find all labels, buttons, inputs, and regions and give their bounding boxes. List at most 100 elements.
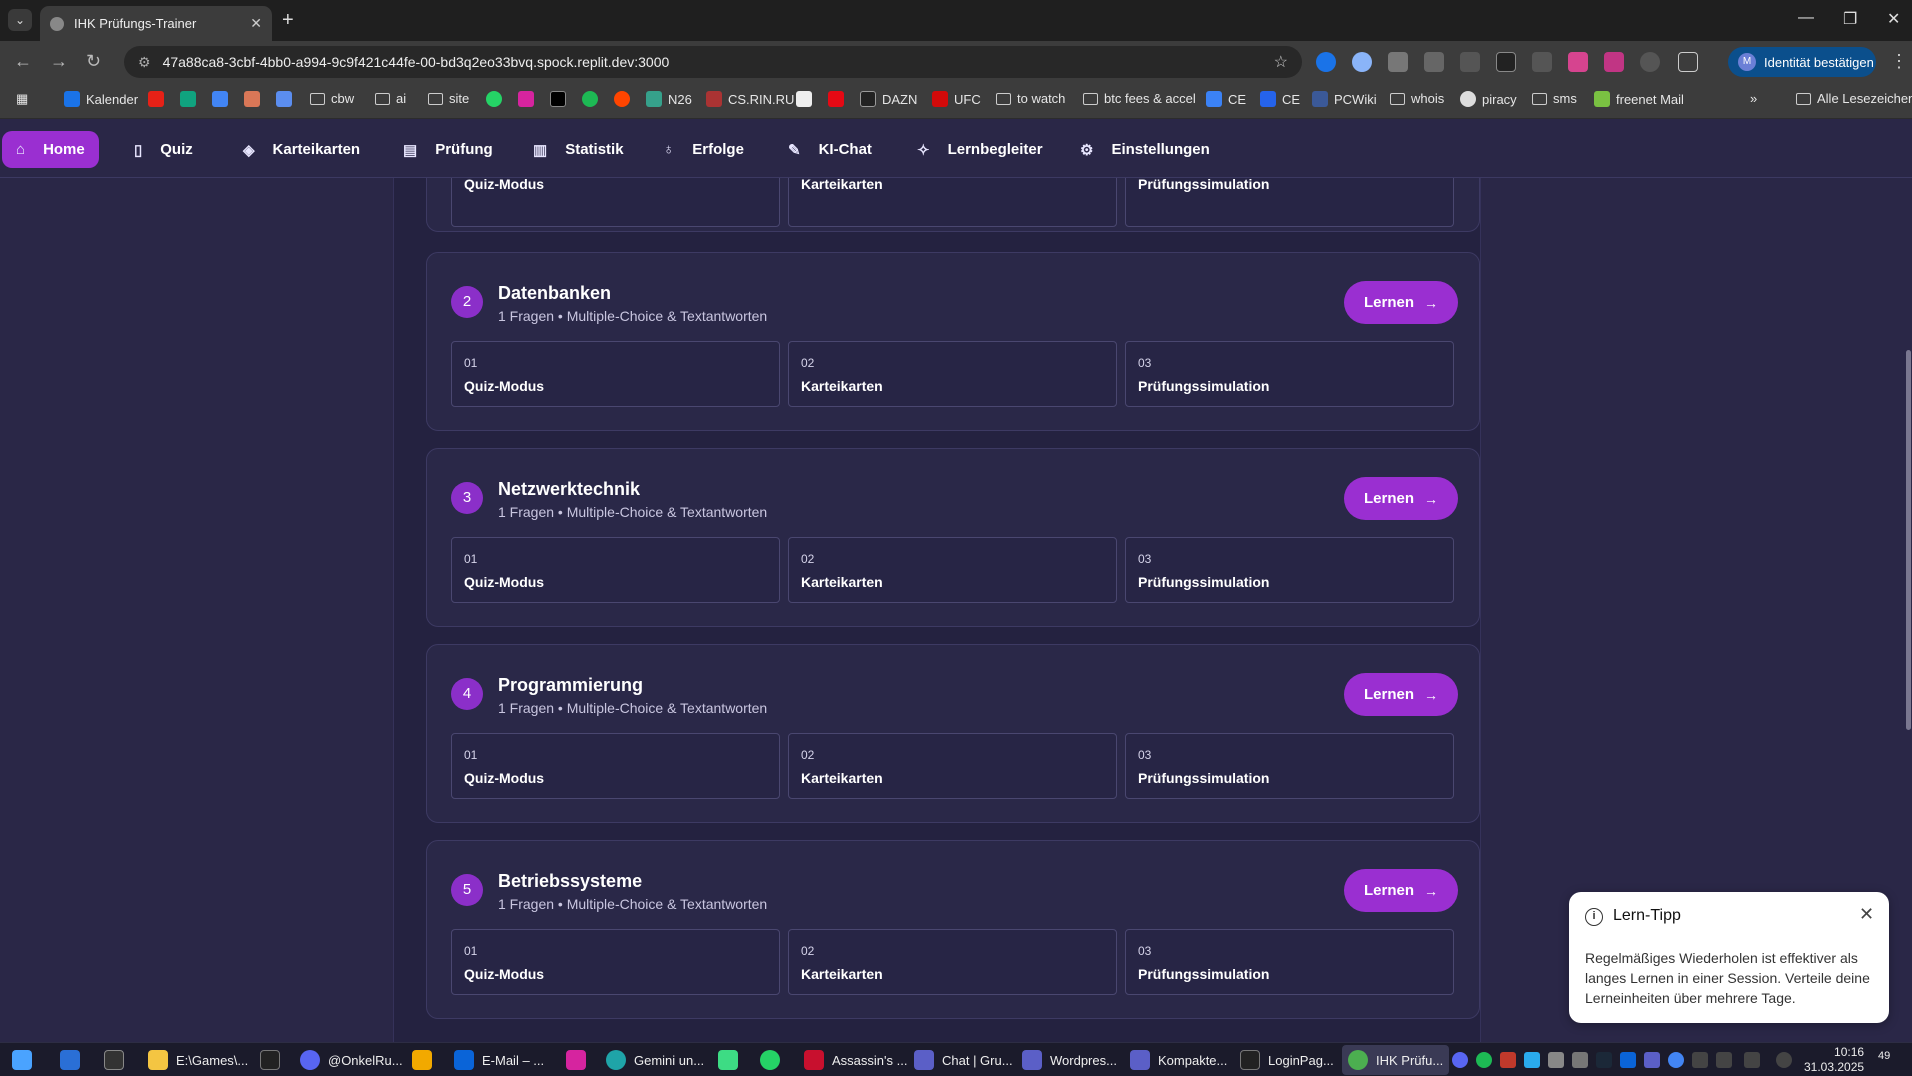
nav-home[interactable]: ⌂ Home <box>2 131 99 168</box>
taskbar-app[interactable]: E:\Games\... <box>148 1050 248 1070</box>
browser-tab-active[interactable]: IHK Prüfungs-Trainer ✕ <box>40 6 272 41</box>
volume-icon[interactable] <box>1716 1052 1732 1068</box>
settings-icon[interactable] <box>1776 1052 1792 1068</box>
bookmark-item[interactable]: N26 <box>646 91 692 107</box>
window-close-icon[interactable]: ✕ <box>1887 9 1900 29</box>
tray-icon[interactable] <box>1572 1052 1588 1068</box>
mode-pruefungssimulation[interactable]: Prüfungssimulation <box>1125 178 1454 227</box>
extension-icon[interactable] <box>1352 52 1372 72</box>
bookmark-folder[interactable]: cbw <box>310 91 354 106</box>
taskbar-app[interactable] <box>760 1050 788 1070</box>
extension-icon[interactable] <box>1460 52 1480 72</box>
telegram-icon[interactable] <box>1524 1052 1540 1068</box>
bookmark-item[interactable] <box>614 91 636 107</box>
bookmark-item[interactable] <box>148 91 170 107</box>
tray-icon[interactable] <box>1548 1052 1564 1068</box>
taskbar-app[interactable]: @OnkelRu... <box>300 1050 403 1070</box>
tray-icon[interactable] <box>1620 1052 1636 1068</box>
bookmark-star-icon[interactable]: ☆ <box>1274 52 1288 72</box>
taskbar-app[interactable]: Wordpres... <box>1022 1050 1117 1070</box>
bookmark-folder[interactable]: btc fees & accel <box>1083 91 1196 106</box>
extension-icon[interactable] <box>1424 52 1444 72</box>
taskbar-app[interactable] <box>566 1050 594 1070</box>
mode-karteikarten[interactable]: 02 Karteikarten <box>788 537 1117 603</box>
taskbar-app[interactable] <box>104 1050 132 1070</box>
bookmark-item[interactable]: freenet Mail <box>1594 91 1684 107</box>
close-tab-icon[interactable]: ✕ <box>250 15 262 32</box>
mode-pruefungssimulation[interactable]: 03 Prüfungssimulation <box>1125 733 1454 799</box>
site-info-icon[interactable]: ⚙ <box>138 54 151 71</box>
learn-button[interactable]: Lernen → <box>1344 673 1458 716</box>
mode-quiz[interactable]: 01 Quiz-Modus <box>451 341 780 407</box>
bookmark-item[interactable] <box>582 91 604 107</box>
close-icon[interactable]: ✕ <box>1859 904 1874 925</box>
bookmark-folder[interactable]: whois <box>1390 91 1444 106</box>
mode-quiz[interactable]: 01 Quiz-Modus <box>451 733 780 799</box>
tray-icon[interactable] <box>1476 1052 1492 1068</box>
taskbar-app[interactable]: Kompakte... <box>1130 1050 1227 1070</box>
mode-quiz[interactable]: 01 Quiz-Modus <box>451 929 780 995</box>
bookmark-item[interactable] <box>518 91 540 107</box>
back-icon[interactable]: ← <box>14 51 32 72</box>
windows-start-icon[interactable] <box>12 1050 32 1070</box>
tray-icon[interactable] <box>1452 1052 1468 1068</box>
mode-karteikarten[interactable]: 02 Karteikarten <box>788 341 1117 407</box>
bookmark-item[interactable]: piracy <box>1460 91 1517 107</box>
nav-ki-chat[interactable]: ✎ KI-Chat <box>774 131 886 168</box>
extension-icon[interactable] <box>1496 52 1516 72</box>
mode-karteikarten[interactable]: Karteikarten <box>788 178 1117 227</box>
learn-button[interactable]: Lernen → <box>1344 281 1458 324</box>
more-bookmarks-icon[interactable]: » <box>1750 91 1757 106</box>
bookmark-item[interactable] <box>180 91 202 107</box>
restore-icon[interactable]: ❐ <box>1843 9 1857 29</box>
nav-einstellungen[interactable]: ⚙ Einstellungen <box>1066 131 1224 168</box>
chrome-icon[interactable] <box>1668 1052 1684 1068</box>
mode-quiz[interactable]: 01 Quiz-Modus <box>451 537 780 603</box>
mode-karteikarten[interactable]: 02 Karteikarten <box>788 733 1117 799</box>
bookmark-item[interactable]: PCWiki <box>1312 91 1377 107</box>
tray-icon[interactable] <box>1500 1052 1516 1068</box>
bookmark-item[interactable] <box>486 91 508 107</box>
bookmark-item[interactable]: Kalender <box>64 91 138 107</box>
bookmark-item[interactable]: DAZN <box>860 91 917 107</box>
mode-quiz[interactable]: Quiz-Modus <box>451 178 780 227</box>
taskbar-app[interactable]: LoginPag... <box>1240 1050 1334 1070</box>
bookmark-item[interactable] <box>244 91 266 107</box>
apps-grid-icon[interactable]: ▦ <box>16 91 28 107</box>
mode-karteikarten[interactable]: 02 Karteikarten <box>788 929 1117 995</box>
all-bookmarks-folder[interactable]: Alle Lesezeichen <box>1796 91 1912 106</box>
bookmark-folder[interactable]: to watch <box>996 91 1065 106</box>
nav-erfolge[interactable]: ♁ Erfolge <box>649 131 758 168</box>
extension-icon[interactable] <box>1316 52 1336 72</box>
bookmark-item[interactable] <box>212 91 234 107</box>
mode-pruefungssimulation[interactable]: 03 Prüfungssimulation <box>1125 341 1454 407</box>
taskbar-app[interactable]: E-Mail – ... <box>454 1050 544 1070</box>
pen-icon[interactable] <box>1744 1052 1760 1068</box>
bookmark-item[interactable] <box>276 91 298 107</box>
tab-search-button[interactable]: ⌄ <box>8 9 32 31</box>
bookmark-item[interactable]: UFC <box>932 91 981 107</box>
taskbar-app-active[interactable]: IHK Prüfu... <box>1342 1045 1450 1075</box>
bookmark-item[interactable] <box>550 91 572 107</box>
bookmark-folder[interactable]: site <box>428 91 469 106</box>
learn-button[interactable]: Lernen → <box>1344 869 1458 912</box>
identity-button[interactable]: M Identität bestätigen <box>1728 47 1876 77</box>
extension-icon[interactable] <box>1568 52 1588 72</box>
bookmark-item[interactable] <box>828 91 850 107</box>
bookmark-folder[interactable]: sms <box>1532 91 1577 106</box>
taskbar-app[interactable]: Gemini un... <box>606 1050 704 1070</box>
minimize-icon[interactable]: — <box>1798 9 1814 27</box>
url-field[interactable]: ⚙ 47a88ca8-3cbf-4bb0-a994-9c9f421c44fe-0… <box>124 46 1302 78</box>
forward-icon[interactable]: → <box>50 51 68 72</box>
extension-icon[interactable] <box>1388 52 1408 72</box>
taskbar-app[interactable] <box>260 1050 288 1070</box>
taskbar-app[interactable] <box>718 1050 746 1070</box>
mode-pruefungssimulation[interactable]: 03 Prüfungssimulation <box>1125 537 1454 603</box>
system-clock[interactable]: 10:16 31.03.2025 <box>1804 1045 1864 1075</box>
tray-icon[interactable] <box>1644 1052 1660 1068</box>
bookmark-item[interactable]: CE <box>1260 91 1300 107</box>
nav-statistik[interactable]: ▥ Statistik <box>519 131 638 168</box>
nav-karteikarten[interactable]: ◈ Karteikarten <box>229 131 374 168</box>
taskbar-app[interactable]: Assassin's ... <box>804 1050 907 1070</box>
taskbar-app[interactable]: Chat | Gru... <box>914 1050 1013 1070</box>
